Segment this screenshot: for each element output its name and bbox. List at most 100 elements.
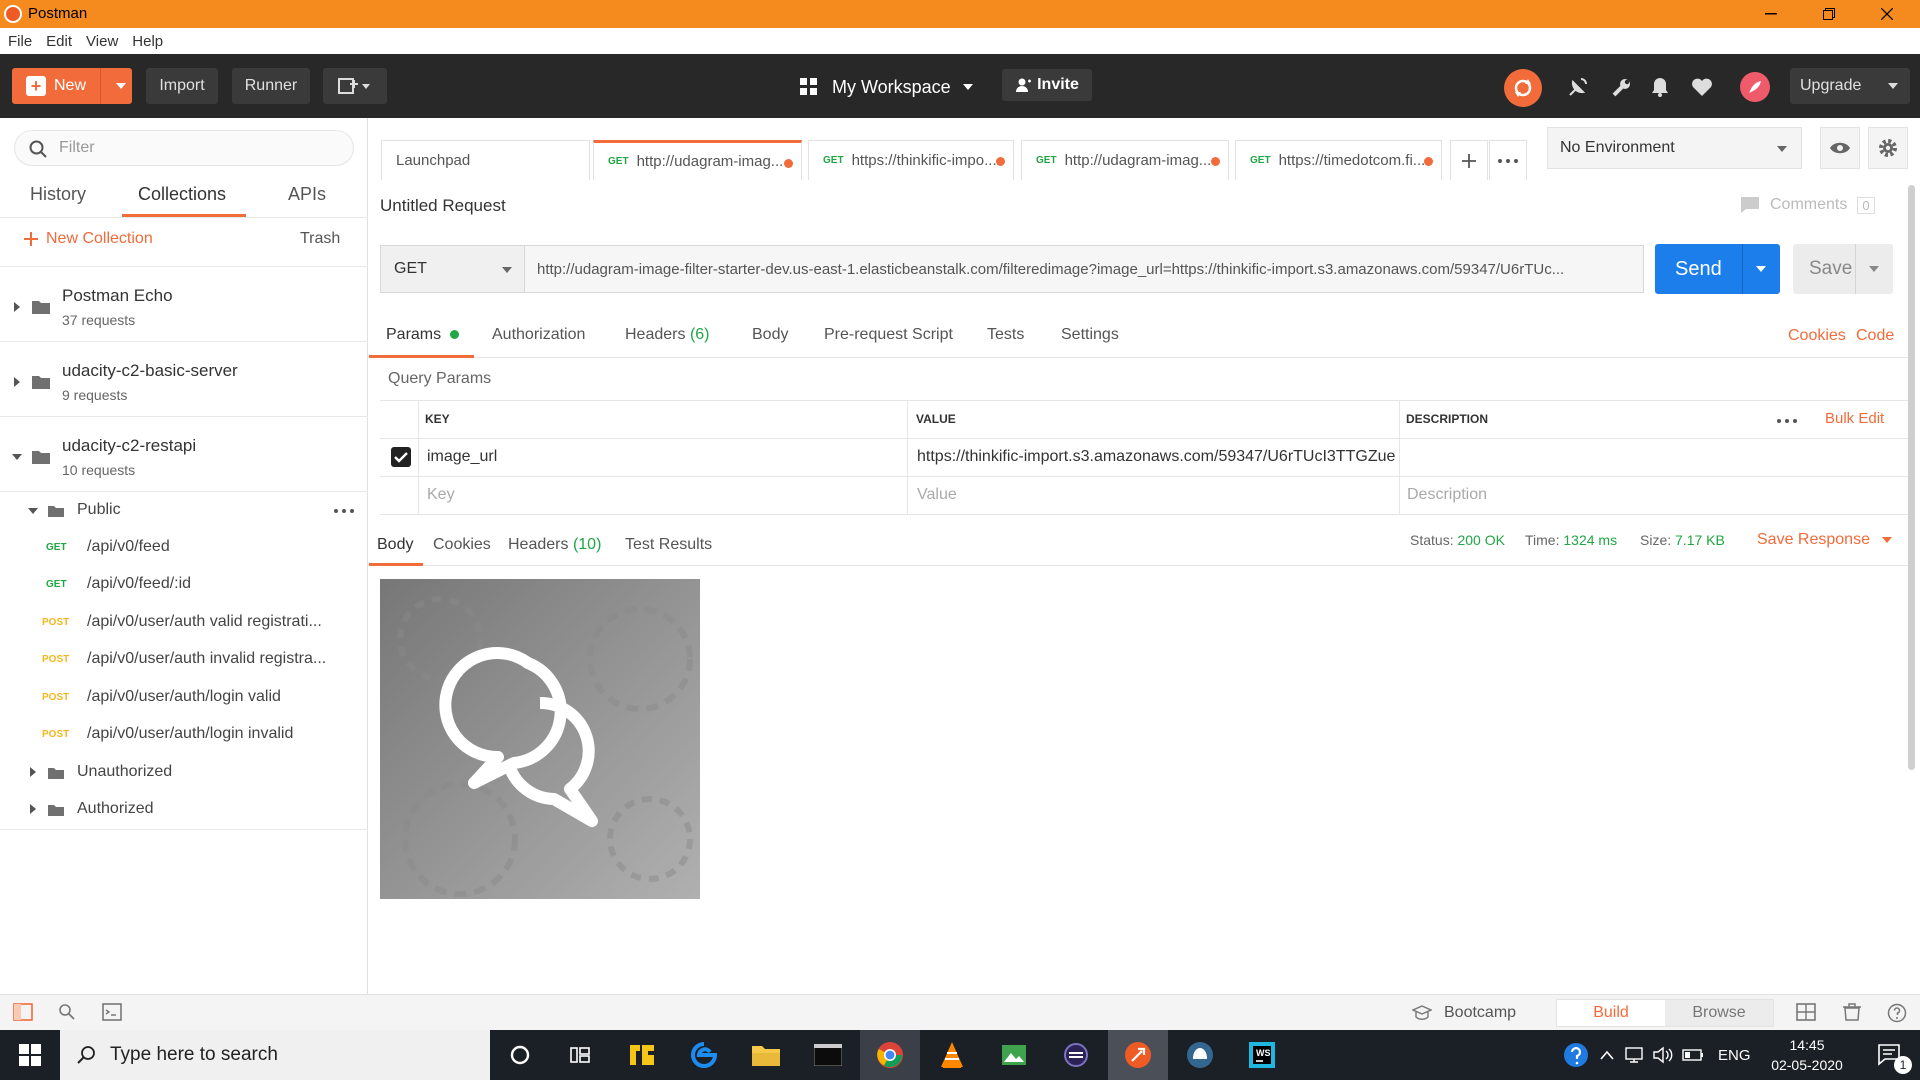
upgrade-button[interactable]: Upgrade [1790, 68, 1910, 104]
vlc-icon[interactable] [922, 1030, 982, 1080]
url-input[interactable]: http://udagram-image-filter-starter-dev.… [524, 245, 1644, 293]
new-key-input[interactable]: Key [427, 486, 455, 504]
edge-icon[interactable] [674, 1030, 734, 1080]
volume-icon[interactable] [1652, 1046, 1674, 1064]
caret-right-icon[interactable] [14, 302, 20, 312]
caret-right-icon[interactable] [30, 804, 36, 814]
trash-icon[interactable] [1842, 1003, 1862, 1021]
tab-params[interactable]: Params [386, 326, 459, 344]
bootcamp-button[interactable]: Bootcamp [1412, 1004, 1516, 1022]
tab-tests[interactable]: Tests [987, 326, 1024, 344]
cookies-link[interactable]: Cookies [1788, 327, 1846, 345]
collection-item[interactable]: udacity-c2-basic-server 9 requests [0, 349, 368, 423]
bell-icon[interactable] [1647, 74, 1673, 100]
tab-test-results[interactable]: Test Results [625, 536, 712, 554]
request-item[interactable]: POST /api/v0/user/auth invalid registra.… [0, 641, 368, 678]
console-icon[interactable] [102, 1003, 122, 1021]
tab-pre-request-script[interactable]: Pre-request Script [824, 326, 953, 344]
tab-headers[interactable]: Headers (6) [625, 326, 710, 344]
param-enabled-checkbox[interactable] [391, 447, 411, 467]
avatar[interactable] [1740, 72, 1770, 102]
request-item[interactable]: GET /api/v0/feed [0, 529, 368, 566]
method-select[interactable]: GET [380, 245, 525, 293]
send-button[interactable]: Send [1655, 244, 1780, 294]
new-value-input[interactable]: Value [917, 486, 957, 504]
save-button[interactable]: Save [1793, 244, 1893, 294]
request-tab[interactable]: GET http://udagram-imag... [593, 140, 802, 180]
restore-button[interactable] [1800, 0, 1858, 28]
vscode-like-app-icon[interactable] [612, 1030, 672, 1080]
new-collection-button[interactable]: New Collection [24, 230, 153, 248]
build-mode-button[interactable]: Build [1557, 1000, 1665, 1026]
more-icon[interactable] [1777, 419, 1797, 423]
menu-help[interactable]: Help [132, 33, 163, 50]
save-response-button[interactable]: Save Response [1757, 531, 1892, 549]
tab-response-body[interactable]: Body [377, 536, 413, 554]
comments-button[interactable]: Comments 0 [1740, 196, 1875, 214]
tab-history[interactable]: History [30, 184, 86, 205]
folder-authorized[interactable]: Authorized [0, 791, 368, 828]
two-pane-icon[interactable] [1796, 1003, 1816, 1021]
help-icon[interactable] [1887, 1003, 1907, 1023]
file-explorer-icon[interactable] [736, 1030, 796, 1080]
environment-quick-look-button[interactable] [1820, 127, 1860, 169]
pgadmin-icon[interactable] [1170, 1030, 1230, 1080]
satellite-icon[interactable] [1565, 74, 1591, 100]
battery-icon[interactable] [1682, 1048, 1704, 1062]
runner-button[interactable]: Runner [232, 68, 310, 104]
request-tab[interactable]: GET https://thinkific-impo... [808, 140, 1014, 180]
tab-body[interactable]: Body [752, 326, 788, 344]
request-title[interactable]: Untitled Request [380, 196, 506, 216]
help-tray-icon[interactable] [1562, 1041, 1590, 1069]
collection-item[interactable]: Postman Echo 37 requests [0, 274, 368, 348]
collection-item[interactable]: udacity-c2-restapi 10 requests [0, 424, 368, 498]
request-item[interactable]: POST /api/v0/user/auth/login valid [0, 679, 368, 716]
tab-options-button[interactable] [1489, 140, 1527, 180]
request-item[interactable]: GET /api/v0/feed/:id [0, 566, 368, 603]
start-button[interactable] [0, 1030, 60, 1080]
webstorm-icon[interactable]: WS [1232, 1030, 1292, 1080]
close-window-button[interactable] [1858, 0, 1916, 28]
caret-down-icon[interactable] [1869, 266, 1879, 272]
eclipse-icon[interactable] [1046, 1030, 1106, 1080]
folder-unauthorized[interactable]: Unauthorized [0, 754, 368, 791]
tab-apis[interactable]: APIs [288, 184, 326, 205]
request-tab[interactable]: GET https://timedotcom.fi... [1235, 140, 1442, 180]
tab-response-cookies[interactable]: Cookies [433, 536, 491, 554]
more-icon[interactable] [334, 509, 354, 513]
caret-right-icon[interactable] [30, 767, 36, 777]
manage-environments-button[interactable] [1868, 127, 1908, 169]
menu-file[interactable]: File [8, 33, 32, 50]
caret-right-icon[interactable] [14, 377, 20, 387]
minimize-button[interactable] [1742, 0, 1800, 28]
cortana-icon[interactable] [490, 1030, 550, 1080]
invite-button[interactable]: Invite [1002, 69, 1092, 101]
sync-button[interactable] [1504, 69, 1542, 107]
param-value[interactable]: https://thinkific-import.s3.amazonaws.co… [917, 448, 1395, 466]
request-tab[interactable]: GET http://udagram-imag... [1021, 140, 1229, 180]
wrench-icon[interactable] [1609, 74, 1635, 100]
caret-down-icon[interactable] [1756, 266, 1766, 272]
new-tab-button[interactable] [1450, 140, 1488, 180]
browse-mode-button[interactable]: Browse [1665, 1000, 1773, 1026]
task-view-icon[interactable] [550, 1030, 610, 1080]
caret-down-icon[interactable] [12, 454, 22, 460]
trash-button[interactable]: Trash [300, 230, 340, 248]
image-viewer-icon[interactable] [984, 1030, 1044, 1080]
bulk-edit-link[interactable]: Bulk Edit [1825, 410, 1884, 427]
request-item[interactable]: POST /api/v0/user/auth valid registrati.… [0, 604, 368, 641]
new-button[interactable]: + New [12, 68, 132, 104]
postman-taskbar-icon[interactable] [1108, 1030, 1168, 1080]
notifications-button[interactable]: 1 [1860, 1030, 1920, 1080]
tab-launchpad[interactable]: Launchpad [381, 140, 590, 180]
filter-input[interactable]: Filter [14, 130, 354, 166]
network-icon[interactable] [1624, 1046, 1644, 1064]
tab-authorization[interactable]: Authorization [492, 326, 585, 344]
toggle-sidebar-icon[interactable] [13, 1003, 33, 1021]
param-key[interactable]: image_url [427, 448, 497, 466]
caret-down-icon[interactable] [116, 83, 126, 89]
tab-collections[interactable]: Collections [138, 184, 226, 205]
chevron-up-icon[interactable] [1600, 1050, 1614, 1060]
environment-select[interactable]: No Environment [1547, 127, 1802, 169]
tab-response-headers[interactable]: Headers (10) [508, 536, 601, 554]
